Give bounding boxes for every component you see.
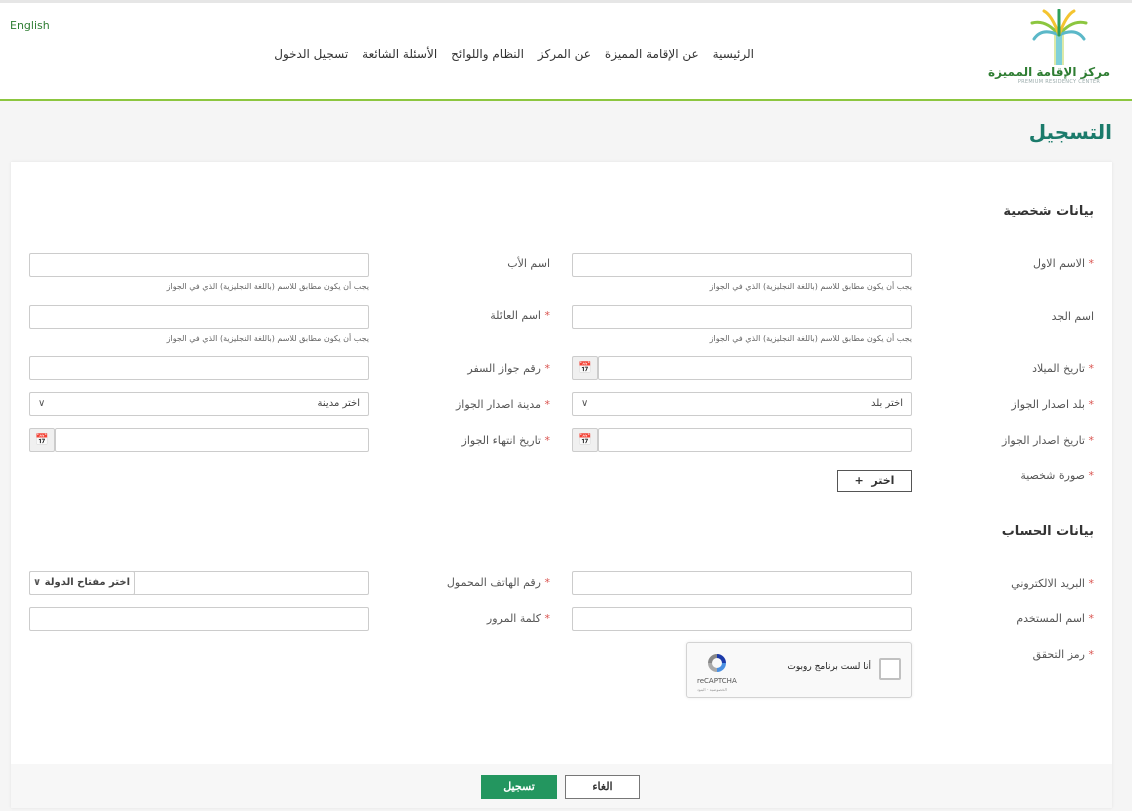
required-mark: *	[544, 309, 551, 322]
family-name-hint: يجب أن يكون مطابق للاسم (باللغة النجليزي…	[166, 334, 369, 343]
plus-icon: +	[854, 474, 864, 487]
mobile-label: * رقم الهاتف المحمول	[446, 576, 551, 589]
nav-home[interactable]: الرئيسية	[713, 47, 754, 61]
passport-city-label: * مدينة اصدار الجواز	[455, 398, 551, 411]
grandfather-name-hint: يجب أن يكون مطابق للاسم (باللغة النجليزي…	[709, 334, 912, 343]
password-label: * كلمة المرور	[486, 612, 551, 625]
required-mark: *	[1088, 577, 1095, 590]
logo-arabic-name: مركز الإقامة المميزة	[988, 65, 1110, 79]
recaptcha-widget: أنا لست برنامج روبوت reCAPTCHA الخصوصية …	[686, 642, 912, 698]
required-mark: *	[544, 434, 551, 447]
father-name-input[interactable]	[29, 253, 369, 277]
first-name-input[interactable]	[572, 253, 912, 277]
site-logo[interactable]: مركز الإقامة المميزة PREMIUM RESIDENCY C…	[988, 9, 1110, 97]
passport-country-select[interactable]: اختر بلد ∨	[572, 392, 912, 416]
recaptcha-terms-link[interactable]: الخصوصية - البنود	[697, 687, 727, 692]
choose-photo-button[interactable]: اختر +	[837, 470, 912, 492]
required-mark: *	[544, 398, 551, 411]
palm-tree-logo-icon	[1030, 9, 1088, 65]
birth-date-label: * تاريخ الميلاد	[1032, 362, 1094, 375]
cancel-button[interactable]: الغاء	[565, 775, 640, 799]
email-label: * البريد الالكتروني	[1011, 577, 1094, 590]
passport-city-selected: اختر مدينة	[317, 398, 360, 409]
passport-country-selected: اختر بلد	[870, 398, 903, 409]
nav-faq[interactable]: الأسئلة الشائعة	[362, 47, 437, 61]
photo-label: * صورة شخصية	[1020, 469, 1094, 482]
email-input[interactable]	[572, 571, 912, 595]
family-name-label: * اسم العائلة	[490, 309, 550, 322]
passport-number-input[interactable]	[29, 356, 369, 380]
required-mark: *	[544, 612, 551, 625]
required-mark: *	[1088, 362, 1095, 375]
passport-country-label: * بلد اصدار الجواز	[1011, 398, 1094, 411]
required-mark: *	[1088, 434, 1095, 447]
form-footer: تسجيل الغاء	[11, 764, 1112, 808]
password-input[interactable]	[29, 607, 369, 631]
passport-expiry-date-label: * تاريخ انتهاء الجواز	[461, 434, 551, 447]
recaptcha-checkbox-label: أنا لست برنامج روبوت	[787, 662, 871, 672]
required-mark: *	[1088, 648, 1095, 661]
grandfather-name-input[interactable]	[572, 305, 912, 329]
father-name-label: اسم الأب	[507, 257, 550, 270]
birth-date-calendar-icon[interactable]: 📅	[572, 356, 598, 380]
family-name-input[interactable]	[29, 305, 369, 329]
nav-about-center[interactable]: عن المركز	[538, 47, 591, 61]
passport-expiry-date-input[interactable]	[55, 428, 369, 452]
passport-number-label: * رقم جواز السفر	[467, 362, 550, 375]
chevron-down-icon: ∨	[33, 577, 42, 588]
language-switch-link[interactable]: English	[10, 19, 50, 32]
account-section-title: بيانات الحساب	[1001, 524, 1094, 539]
page-title: التسجيل	[1028, 120, 1112, 144]
username-input[interactable]	[572, 607, 912, 631]
required-mark: *	[1088, 257, 1095, 270]
personal-section-title: بيانات شخصية	[1003, 204, 1094, 219]
father-name-hint: يجب أن يكون مطابق للاسم (باللغة النجليزي…	[166, 282, 369, 291]
registration-form-card: بيانات شخصية * الاسم الاول يجب أن يكون م…	[11, 162, 1112, 808]
logo-english-name: PREMIUM RESIDENCY CENTER	[1017, 79, 1101, 85]
passport-issue-calendar-icon[interactable]: 📅	[572, 428, 598, 452]
birth-date-input[interactable]	[598, 356, 912, 380]
site-header: English الرئيسية عن الإقامة المميزة عن ا…	[0, 3, 1132, 101]
recaptcha-checkbox[interactable]	[879, 658, 901, 680]
country-code-select[interactable]: اختر مفتاح الدولة ∨	[29, 571, 135, 595]
required-mark: *	[544, 362, 551, 375]
passport-issue-date-input[interactable]	[598, 428, 912, 452]
recaptcha-logo-icon	[708, 654, 726, 672]
chevron-down-icon: ∨	[581, 398, 589, 409]
chevron-down-icon: ∨	[38, 398, 46, 409]
recaptcha-brand: reCAPTCHA	[697, 677, 737, 685]
first-name-label: * الاسم الاول	[1033, 257, 1094, 270]
submit-button[interactable]: تسجيل	[481, 775, 557, 799]
required-mark: *	[1088, 469, 1095, 482]
nav-about-residency[interactable]: عن الإقامة المميزة	[605, 47, 699, 61]
captcha-label: * رمز التحقق	[1032, 648, 1095, 661]
username-label: * اسم المستخدم	[1016, 612, 1094, 625]
passport-expiry-calendar-icon[interactable]: 📅	[29, 428, 55, 452]
first-name-hint: يجب أن يكون مطابق للاسم (باللغة النجليزي…	[709, 282, 912, 291]
required-mark: *	[1088, 612, 1095, 625]
nav-regulations[interactable]: النظام واللوائح	[451, 47, 524, 61]
passport-city-select[interactable]: اختر مدينة ∨	[29, 392, 369, 416]
required-mark: *	[1088, 398, 1095, 411]
main-nav: الرئيسية عن الإقامة المميزة عن المركز ال…	[274, 47, 754, 61]
country-code-selected: اختر مفتاح الدولة	[44, 577, 130, 588]
passport-issue-date-label: * تاريخ اصدار الجواز	[1002, 434, 1094, 447]
grandfather-name-label: اسم الجد	[1051, 310, 1094, 323]
nav-login[interactable]: تسجيل الدخول	[274, 47, 348, 61]
required-mark: *	[544, 576, 551, 589]
